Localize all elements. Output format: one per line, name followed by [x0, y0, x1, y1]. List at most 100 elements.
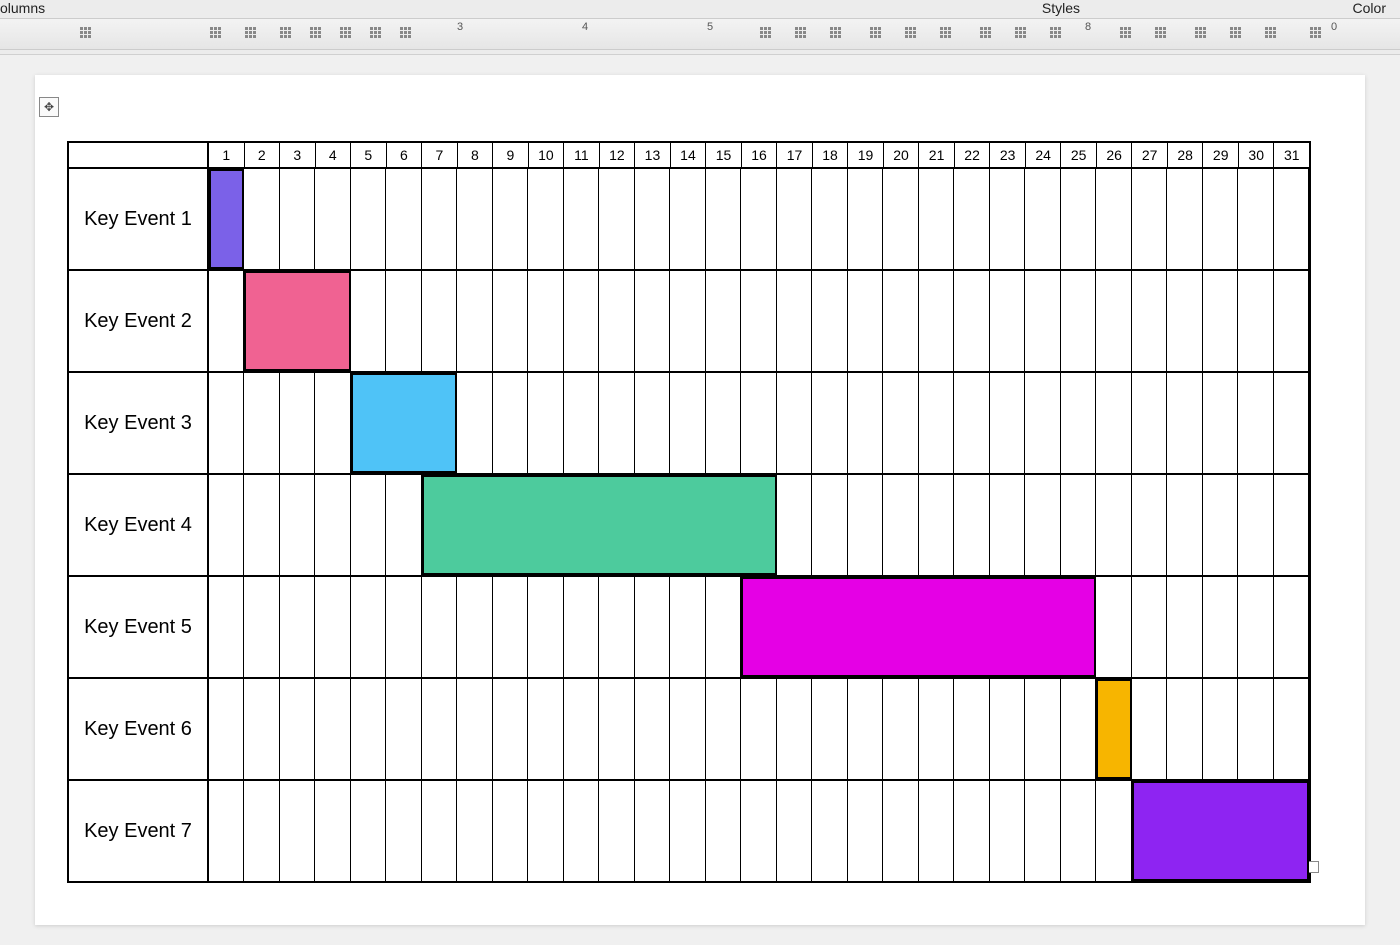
- gantt-cell[interactable]: [386, 679, 421, 779]
- gantt-bar[interactable]: [244, 271, 350, 371]
- gantt-cell[interactable]: [1274, 679, 1309, 779]
- gantt-cell[interactable]: [706, 373, 741, 473]
- gantt-bar[interactable]: [1132, 781, 1309, 881]
- gantt-cell[interactable]: [564, 679, 599, 779]
- gantt-cell[interactable]: [812, 271, 847, 371]
- gantt-cell[interactable]: [422, 679, 457, 779]
- gantt-cell[interactable]: [706, 781, 741, 881]
- gantt-cell[interactable]: [1096, 781, 1131, 881]
- gantt-bar[interactable]: [1096, 679, 1131, 779]
- gantt-cell[interactable]: [954, 373, 989, 473]
- gantt-cell[interactable]: [990, 475, 1025, 575]
- gantt-cell[interactable]: [1061, 475, 1096, 575]
- gantt-cell[interactable]: [670, 679, 705, 779]
- gantt-cell[interactable]: [777, 781, 812, 881]
- gantt-cell[interactable]: [493, 577, 528, 677]
- gantt-cell[interactable]: [493, 781, 528, 881]
- gantt-cell[interactable]: [954, 475, 989, 575]
- gantt-cell[interactable]: [386, 271, 421, 371]
- gantt-cell[interactable]: [706, 679, 741, 779]
- gantt-cell[interactable]: [1238, 169, 1273, 269]
- gantt-cell[interactable]: [422, 169, 457, 269]
- gantt-cell[interactable]: [777, 169, 812, 269]
- gantt-cell[interactable]: [848, 475, 883, 575]
- gantt-cell[interactable]: [564, 169, 599, 269]
- gantt-cell[interactable]: [280, 781, 315, 881]
- gantt-cell[interactable]: [1203, 169, 1238, 269]
- gantt-bar[interactable]: [209, 169, 244, 269]
- gantt-cell[interactable]: [351, 169, 386, 269]
- gantt-cell[interactable]: [1274, 577, 1309, 677]
- gantt-cell[interactable]: [1167, 475, 1202, 575]
- gantt-cell[interactable]: [493, 271, 528, 371]
- gantt-cell[interactable]: [315, 169, 350, 269]
- gantt-cell[interactable]: [280, 169, 315, 269]
- gantt-cell[interactable]: [1096, 475, 1131, 575]
- gantt-cell[interactable]: [883, 271, 918, 371]
- gantt-cell[interactable]: [315, 475, 350, 575]
- gantt-cell[interactable]: [1132, 577, 1167, 677]
- gantt-cell[interactable]: [1167, 169, 1202, 269]
- gantt-cell[interactable]: [599, 373, 634, 473]
- gantt-cell[interactable]: [777, 271, 812, 371]
- gantt-cell[interactable]: [1096, 373, 1131, 473]
- gantt-cell[interactable]: [1025, 679, 1060, 779]
- gantt-cell[interactable]: [1203, 577, 1238, 677]
- gantt-cell[interactable]: [1274, 475, 1309, 575]
- gantt-cell[interactable]: [244, 373, 279, 473]
- gantt-cell[interactable]: [244, 781, 279, 881]
- gantt-cell[interactable]: [990, 781, 1025, 881]
- gantt-cell[interactable]: [1132, 271, 1167, 371]
- gantt-cell[interactable]: [1238, 679, 1273, 779]
- gantt-cell[interactable]: [954, 781, 989, 881]
- gantt-cell[interactable]: [1167, 577, 1202, 677]
- gantt-cell[interactable]: [990, 169, 1025, 269]
- gantt-cell[interactable]: [315, 781, 350, 881]
- gantt-cell[interactable]: [209, 781, 244, 881]
- gantt-cell[interactable]: [280, 373, 315, 473]
- gantt-cell[interactable]: [599, 169, 634, 269]
- gantt-cell[interactable]: [457, 577, 492, 677]
- gantt-cell[interactable]: [315, 577, 350, 677]
- gantt-cell[interactable]: [351, 679, 386, 779]
- gantt-cell[interactable]: [1274, 373, 1309, 473]
- gantt-cell[interactable]: [244, 679, 279, 779]
- gantt-cell[interactable]: [457, 373, 492, 473]
- gantt-cell[interactable]: [209, 271, 244, 371]
- gantt-cell[interactable]: [670, 577, 705, 677]
- gantt-cell[interactable]: [919, 271, 954, 371]
- gantt-cell[interactable]: [954, 679, 989, 779]
- gantt-cell[interactable]: [599, 679, 634, 779]
- gantt-cell[interactable]: [635, 373, 670, 473]
- gantt-cell[interactable]: [209, 373, 244, 473]
- gantt-cell[interactable]: [457, 169, 492, 269]
- gantt-cell[interactable]: [1167, 271, 1202, 371]
- gantt-cell[interactable]: [1238, 373, 1273, 473]
- gantt-cell[interactable]: [315, 373, 350, 473]
- gantt-cell[interactable]: [1096, 271, 1131, 371]
- gantt-cell[interactable]: [848, 679, 883, 779]
- gantt-cell[interactable]: [741, 373, 776, 473]
- gantt-cell[interactable]: [954, 271, 989, 371]
- gantt-cell[interactable]: [528, 169, 563, 269]
- gantt-cell[interactable]: [635, 781, 670, 881]
- gantt-cell[interactable]: [209, 475, 244, 575]
- gantt-cell[interactable]: [1238, 271, 1273, 371]
- ruler[interactable]: 3 4 5 8 0: [0, 18, 1400, 50]
- gantt-cell[interactable]: [493, 373, 528, 473]
- gantt-cell[interactable]: [883, 679, 918, 779]
- gantt-cell[interactable]: [1132, 373, 1167, 473]
- gantt-cell[interactable]: [1132, 475, 1167, 575]
- gantt-cell[interactable]: [1274, 169, 1309, 269]
- gantt-cell[interactable]: [919, 169, 954, 269]
- gantt-cell[interactable]: [599, 271, 634, 371]
- gantt-cell[interactable]: [599, 781, 634, 881]
- gantt-cell[interactable]: [990, 271, 1025, 371]
- gantt-cell[interactable]: [457, 781, 492, 881]
- gantt-cell[interactable]: [883, 169, 918, 269]
- gantt-cell[interactable]: [528, 679, 563, 779]
- gantt-cell[interactable]: [706, 577, 741, 677]
- gantt-cell[interactable]: [1096, 577, 1131, 677]
- gantt-cell[interactable]: [635, 577, 670, 677]
- gantt-cell[interactable]: [280, 577, 315, 677]
